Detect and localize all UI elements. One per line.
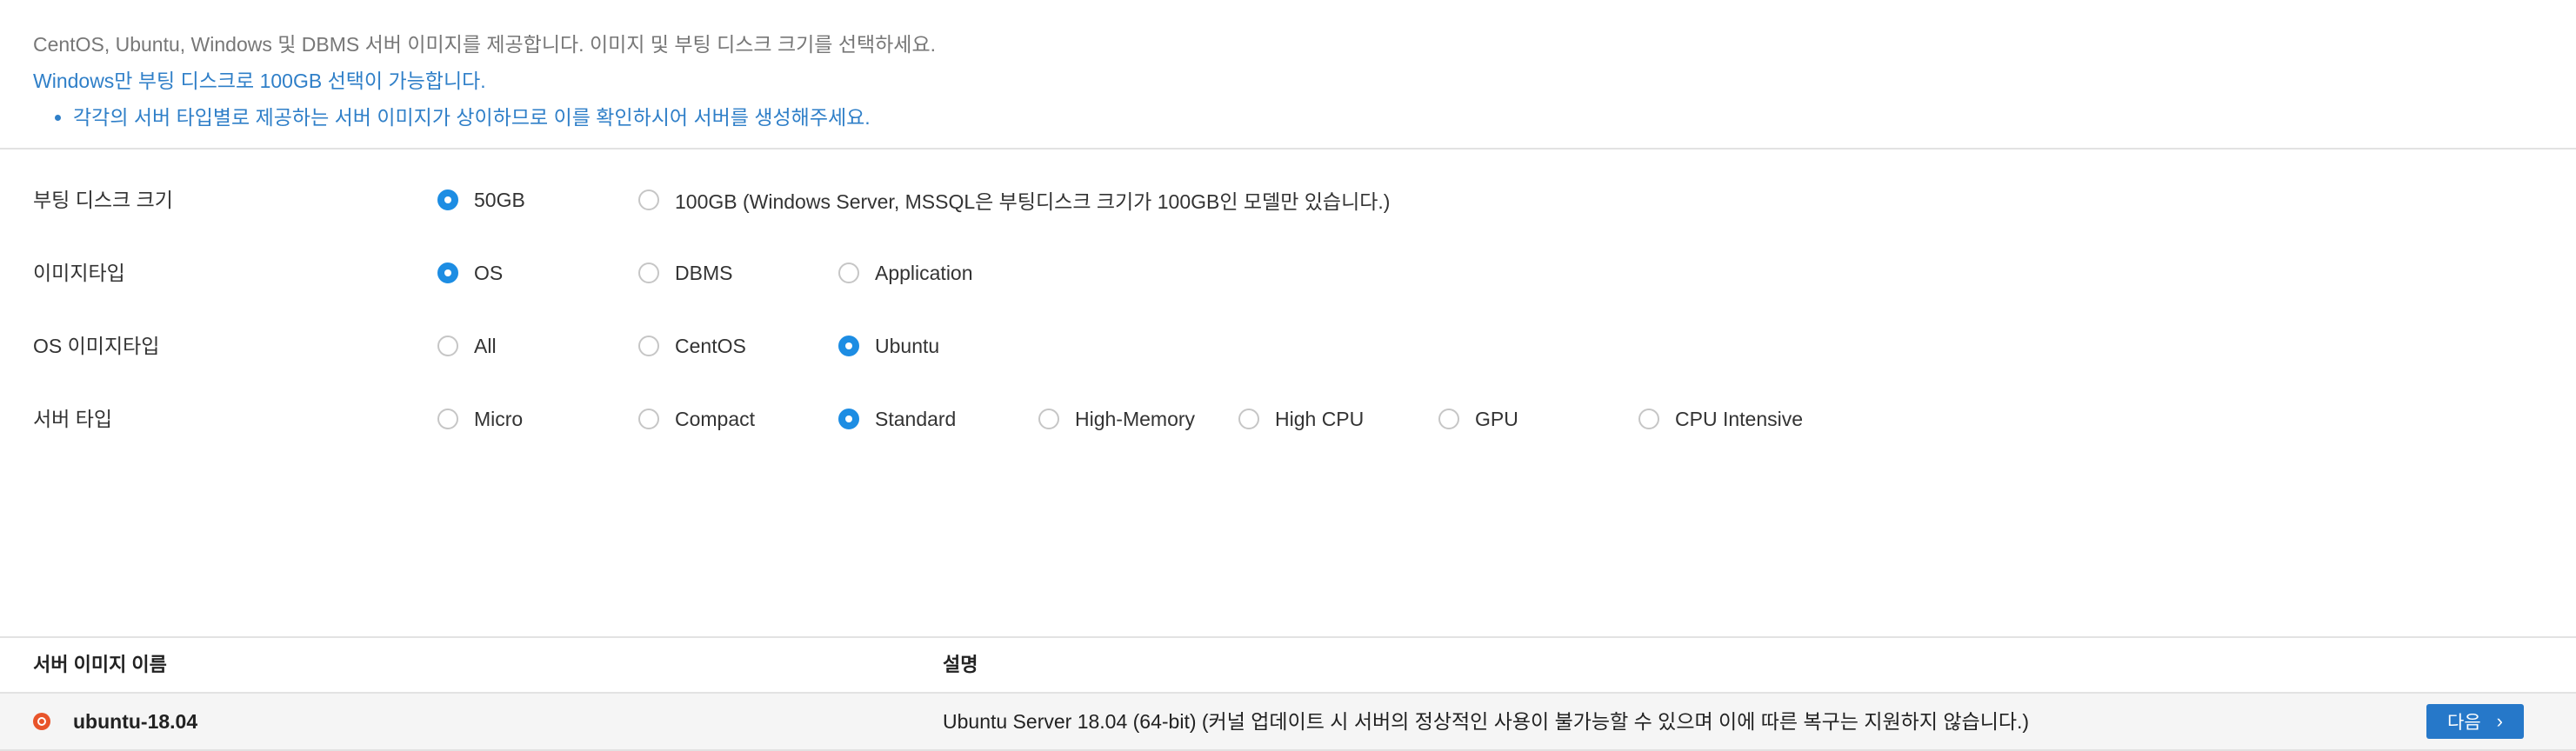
image-options: 부팅 디스크 크기 50GB 100GB (Windows Server, MS… (0, 150, 2576, 751)
image-type-option-dbms[interactable]: DBMS (638, 236, 732, 309)
image-description: Ubuntu Server 18.04 (64-bit) (커널 업데이트 시 … (943, 710, 2030, 733)
option-label: Ubuntu (875, 334, 940, 357)
radio-unselected-icon[interactable] (638, 409, 659, 429)
option-label: High CPU (1275, 407, 1365, 430)
radio-unselected-icon[interactable] (1638, 409, 1659, 429)
radio-unselected-icon[interactable] (838, 263, 859, 283)
option-label: High-Memory (1075, 407, 1196, 430)
radio-unselected-icon[interactable] (1238, 409, 1259, 429)
radio-selected-icon[interactable] (838, 336, 859, 356)
radio-selected-icon[interactable] (838, 409, 859, 429)
option-label: CPU Intensive (1675, 407, 1804, 430)
radio-selected-icon[interactable] (437, 263, 458, 283)
server-type-option-standard[interactable]: Standard (838, 382, 956, 455)
option-label: Micro (474, 407, 524, 430)
notice-line-windows: Windows만 부팅 디스크로 100GB 선택이 가능합니다. (33, 70, 486, 92)
table-header: 서버 이미지 이름 설명 (0, 636, 2576, 694)
table-row[interactable]: ubuntu-18.04 Ubuntu Server 18.04 (64-bit… (0, 694, 2576, 751)
image-type-option-os[interactable]: OS (437, 236, 503, 309)
option-label: Standard (875, 407, 957, 430)
notice-line-general: CentOS, Ubuntu, Windows 및 DBMS 서버 이미지를 제… (33, 33, 937, 56)
server-type-option-high-cpu[interactable]: High CPU (1238, 382, 1364, 455)
next-button-label: 다음 (2447, 713, 2481, 733)
option-label: CentOS (675, 334, 746, 357)
notice-section: CentOS, Ubuntu, Windows 및 DBMS 서버 이미지를 제… (0, 0, 2576, 148)
next-button[interactable]: 다음 › (2426, 704, 2524, 739)
option-label: DBMS (675, 261, 733, 284)
os-image-type-option-ubuntu[interactable]: Ubuntu (838, 309, 939, 382)
os-image-type-row: OS 이미지타입 All CentOS Ubuntu (0, 309, 2576, 382)
option-label: GPU (1475, 407, 1518, 430)
notice-bullet: 각각의 서버 타입별로 제공하는 서버 이미지가 상이하므로 이를 확인하시어 … (73, 99, 2543, 136)
chevron-right-icon: › (2496, 710, 2503, 732)
os-image-type-option-all[interactable]: All (437, 309, 497, 382)
server-type-option-gpu[interactable]: GPU (1438, 382, 1518, 455)
radio-unselected-icon[interactable] (1038, 409, 1059, 429)
image-name: ubuntu-18.04 (73, 710, 198, 733)
notice-bullet-list: 각각의 서버 타입별로 제공하는 서버 이미지가 상이하므로 이를 확인하시어 … (33, 99, 2543, 136)
ubuntu-logo-icon (33, 713, 50, 730)
image-type-option-application[interactable]: Application (838, 236, 973, 309)
server-type-option-high-memory[interactable]: High-Memory (1038, 382, 1195, 455)
boot-disk-option-100gb[interactable]: 100GB (Windows Server, MSSQL은 부팅디스크 크기가 … (638, 163, 1390, 236)
option-label: OS (474, 261, 504, 284)
radio-unselected-icon[interactable] (638, 263, 659, 283)
column-header-name: 서버 이미지 이름 (33, 654, 167, 675)
boot-disk-option-50gb[interactable]: 50GB (437, 163, 525, 236)
radio-unselected-icon[interactable] (437, 336, 458, 356)
server-type-option-cpu-intensive[interactable]: CPU Intensive (1638, 382, 1803, 455)
radio-unselected-icon[interactable] (638, 189, 659, 210)
boot-disk-label: 부팅 디스크 크기 (33, 189, 173, 211)
column-header-description: 설명 (943, 654, 978, 675)
option-label: 50GB (474, 188, 525, 211)
radio-unselected-icon[interactable] (638, 336, 659, 356)
option-label: Application (875, 261, 973, 284)
option-label: All (474, 334, 497, 357)
server-type-row: 서버 타입 Micro Compact Standard High-Memory… (0, 382, 2576, 455)
os-image-type-option-centos[interactable]: CentOS (638, 309, 746, 382)
boot-disk-row: 부팅 디스크 크기 50GB 100GB (Windows Server, MS… (0, 163, 2576, 236)
image-type-label: 이미지타입 (33, 262, 125, 284)
server-type-label: 서버 타입 (33, 408, 113, 430)
server-type-option-compact[interactable]: Compact (638, 382, 755, 455)
image-type-row: 이미지타입 OS DBMS Application (0, 236, 2576, 309)
radio-unselected-icon[interactable] (1438, 409, 1459, 429)
option-label: Compact (675, 407, 756, 430)
option-label: 100GB (Windows Server, MSSQL은 부팅디스크 크기가 … (675, 190, 1391, 213)
server-type-option-micro[interactable]: Micro (437, 382, 523, 455)
radio-selected-icon[interactable] (437, 189, 458, 210)
os-image-type-label: OS 이미지타입 (33, 335, 160, 357)
server-image-table: 서버 이미지 이름 설명 ubuntu-18.04 Ubuntu Server … (0, 636, 2576, 751)
radio-unselected-icon[interactable] (437, 409, 458, 429)
